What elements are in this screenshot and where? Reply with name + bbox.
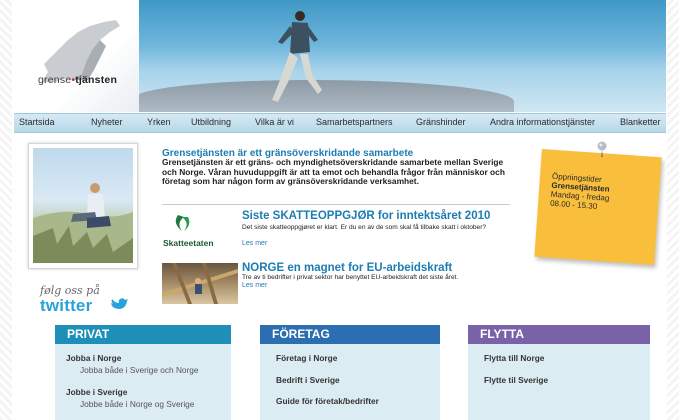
link-jobba-i-norge-sub[interactable]: Jobba både i Sverige och Norge (80, 365, 199, 375)
beach-photo (28, 143, 138, 269)
pushpin-icon (597, 141, 607, 157)
section-privat-header[interactable]: PRIVAT (55, 325, 231, 344)
section-flytta-header[interactable]: FLYTTA (468, 325, 650, 344)
nav-nyheter[interactable]: Nyheter (91, 117, 123, 127)
news-1-read-more[interactable]: Les mer (242, 240, 267, 247)
nav-yrken[interactable]: Yrken (147, 117, 171, 127)
link-jobbe-i-sverige[interactable]: Jobbe i Sverige (66, 387, 127, 397)
runner-figure (272, 11, 322, 102)
link-bedrift-i-sverige[interactable]: Bedrift i Sverige (276, 375, 340, 385)
logo[interactable]: grense•tjänsten (14, 0, 139, 112)
header-banner: grense•tjänsten (14, 0, 666, 112)
intro-text: Grensetjänsten är ett gräns- och myndigh… (162, 157, 505, 186)
link-flytte-til-sverige[interactable]: Flytte til Sverige (484, 375, 548, 385)
news-2-read-more[interactable]: Les mer (242, 282, 267, 289)
twitter-link[interactable]: twitter (40, 296, 92, 316)
link-flytta-till-norge[interactable]: Flytta till Norge (484, 353, 544, 363)
twitter-bird-icon (111, 298, 128, 309)
beach-photo-image (33, 148, 133, 263)
news-1-title[interactable]: Siste SKATTEOPPGJØR for inntektsåret 201… (242, 210, 490, 222)
opening-hours-note: Öppningstider Grensetjänsten Mandag - fr… (534, 148, 662, 266)
nav-vilka-ar-vi[interactable]: Vilka är vi (255, 117, 294, 127)
link-guide-for-foretak[interactable]: Guide för företak/bedrifter (276, 396, 379, 406)
news-2-text: Tre av ti bedrifter i privat sektor har … (242, 274, 459, 281)
nav-utbildning[interactable]: Utbildning (191, 117, 231, 127)
page: grense•tjänsten Startsida Nyheter Yrken … (0, 0, 679, 420)
news-1-text: Det siste skatteoppgjøret er klart. Er d… (242, 224, 487, 231)
section-foretag-header[interactable]: FÖRETAG (260, 325, 440, 344)
logo-text: grense•tjänsten (38, 74, 118, 86)
eu-workers-photo (162, 263, 238, 304)
left-border (0, 0, 12, 420)
nav-blanketter[interactable]: Blanketter (620, 117, 661, 127)
right-border (667, 0, 679, 420)
nav-startsida[interactable]: Startsida (19, 117, 55, 127)
link-foretag-i-norge[interactable]: Företag i Norge (276, 353, 337, 363)
nav-samarbetspartners[interactable]: Samarbetspartners (316, 117, 393, 127)
link-jobbe-i-sverige-sub[interactable]: Jobbe både i Norge og Sverige (80, 399, 194, 409)
skatteetaten-logo-label: Skatteetaten (163, 238, 214, 248)
main-nav: Startsida Nyheter Yrken Utbildning Vilka… (14, 113, 666, 133)
section-divider (162, 204, 510, 205)
opening-hours-text: Öppningstider Grensetjänsten Mandag - fr… (550, 172, 611, 212)
link-jobba-i-norge[interactable]: Jobba i Norge (66, 353, 121, 363)
news-2-title[interactable]: NORGE en magnet for EU-arbeidskraft (242, 262, 452, 274)
nav-granshinder[interactable]: Gränshinder (416, 117, 466, 127)
nav-andra-informationstjanster[interactable]: Andra informationstjänster (490, 117, 595, 127)
